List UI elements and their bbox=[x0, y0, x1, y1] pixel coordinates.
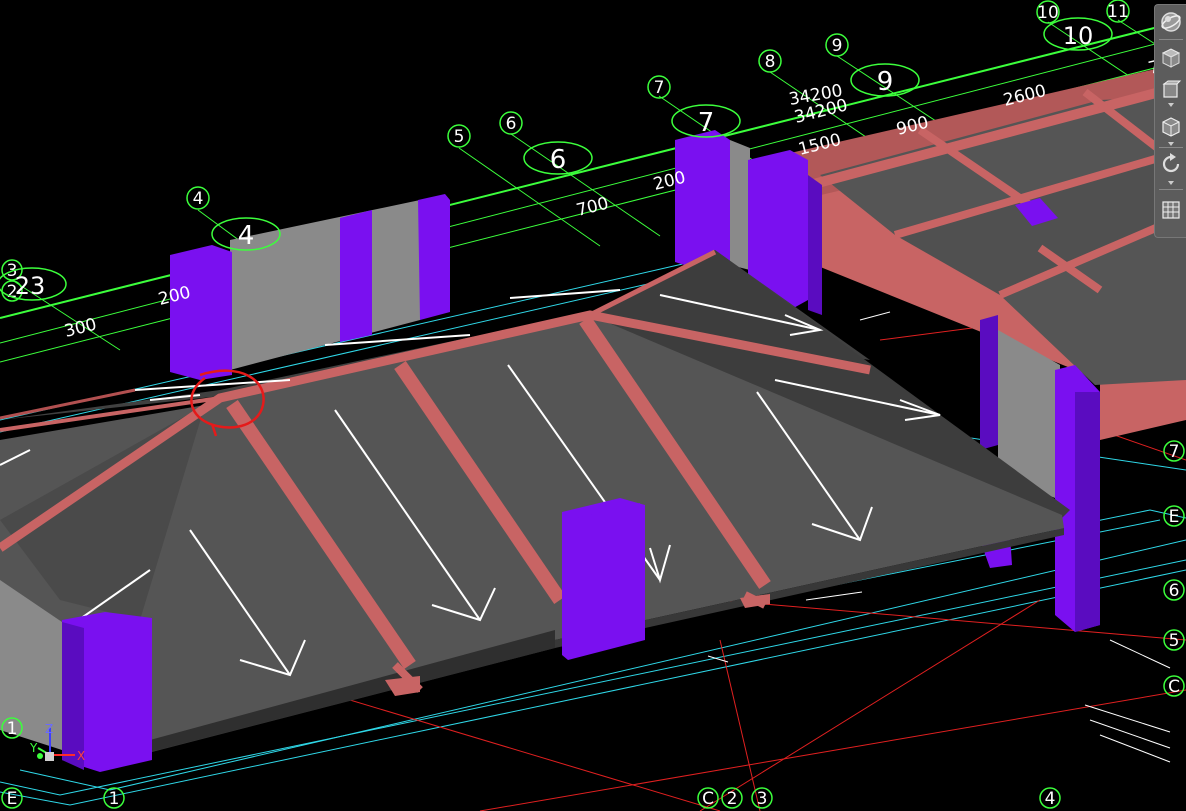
grid-bubbles-right: 7 E 6 5 C bbox=[1163, 440, 1185, 697]
svg-text:1: 1 bbox=[109, 789, 120, 809]
svg-text:C: C bbox=[702, 789, 714, 809]
grid-bubble-6: 6 bbox=[499, 111, 523, 135]
grid-bubble-right-7: 7 bbox=[1163, 440, 1185, 462]
grid-bubble-8: 8 bbox=[758, 49, 782, 73]
svg-text:7: 7 bbox=[654, 78, 665, 98]
big-bubble-9: 9 bbox=[850, 63, 920, 97]
svg-text:4: 4 bbox=[1045, 789, 1056, 809]
svg-text:E: E bbox=[1169, 507, 1180, 527]
svg-text:6: 6 bbox=[506, 114, 517, 134]
big-bubble-10: 10 bbox=[1043, 17, 1113, 51]
svg-text:7: 7 bbox=[1169, 442, 1180, 462]
grid-bubble-right-C: C bbox=[1163, 675, 1185, 697]
svg-text:11: 11 bbox=[1107, 2, 1129, 22]
view-toolbar bbox=[1154, 4, 1186, 238]
svg-text:6: 6 bbox=[550, 145, 567, 175]
grid-bubble-5: 5 bbox=[447, 124, 471, 148]
3d-viewport[interactable]: 4 5 6 7 8 9 10 11 3 2 1 E 1 C 2 3 4 7 E … bbox=[0, 0, 1186, 811]
grid-view-icon[interactable] bbox=[1158, 197, 1184, 223]
grid-bubble-7: 7 bbox=[647, 75, 671, 99]
svg-text:C: C bbox=[1168, 677, 1180, 697]
cube-view-icon[interactable] bbox=[1158, 113, 1184, 139]
iso-view-icon[interactable] bbox=[1158, 77, 1184, 103]
grid-bubble-bottom-C: C bbox=[697, 787, 719, 809]
grid-bubble-right-6: 6 bbox=[1163, 579, 1185, 601]
rotate-icon[interactable] bbox=[1158, 151, 1184, 177]
svg-text:1: 1 bbox=[7, 719, 18, 739]
big-bubble-6: 6 bbox=[523, 141, 593, 175]
svg-text:8: 8 bbox=[765, 52, 776, 72]
svg-text:10: 10 bbox=[1037, 3, 1059, 23]
svg-text:23: 23 bbox=[15, 272, 46, 300]
top-view-icon[interactable] bbox=[1158, 45, 1184, 71]
svg-text:7: 7 bbox=[698, 108, 715, 138]
hip-roof bbox=[0, 249, 1070, 752]
grid-bubble-right-5: 5 bbox=[1163, 629, 1185, 651]
svg-text:2: 2 bbox=[727, 789, 738, 809]
svg-text:Y: Y bbox=[29, 741, 38, 755]
grid-bubble-11: 11 bbox=[1106, 0, 1130, 23]
svg-text:3: 3 bbox=[757, 789, 768, 809]
grid-bubble-bottom-3: 3 bbox=[751, 787, 773, 809]
grid-bubble-left-E: E bbox=[1, 787, 23, 809]
svg-text:X: X bbox=[77, 749, 85, 763]
grid-bubbles-bottom: 1 C 2 3 4 bbox=[103, 787, 1061, 809]
svg-text:Z: Z bbox=[45, 722, 53, 736]
grid-bubble-bottom-4: 4 bbox=[1039, 787, 1061, 809]
grid-bubble-bottom-1: 1 bbox=[103, 787, 125, 809]
svg-text:6: 6 bbox=[1169, 581, 1180, 601]
svg-text:5: 5 bbox=[1169, 631, 1180, 651]
orbit-icon[interactable] bbox=[1158, 9, 1184, 35]
dim-700: 700 bbox=[574, 194, 610, 221]
svg-text:4: 4 bbox=[193, 189, 204, 209]
svg-text:E: E bbox=[7, 789, 18, 809]
grid-bubble-bottom-2: 2 bbox=[721, 787, 743, 809]
grid-bubble-10: 10 bbox=[1036, 0, 1060, 24]
grid-bubble-4: 4 bbox=[186, 186, 210, 210]
svg-text:5: 5 bbox=[454, 127, 465, 147]
big-bubble-7: 7 bbox=[671, 104, 741, 138]
svg-text:10: 10 bbox=[1063, 22, 1094, 50]
grid-bubble-9: 9 bbox=[825, 33, 849, 57]
svg-text:9: 9 bbox=[832, 36, 843, 56]
svg-text:4: 4 bbox=[238, 221, 255, 251]
svg-text:9: 9 bbox=[877, 67, 894, 97]
